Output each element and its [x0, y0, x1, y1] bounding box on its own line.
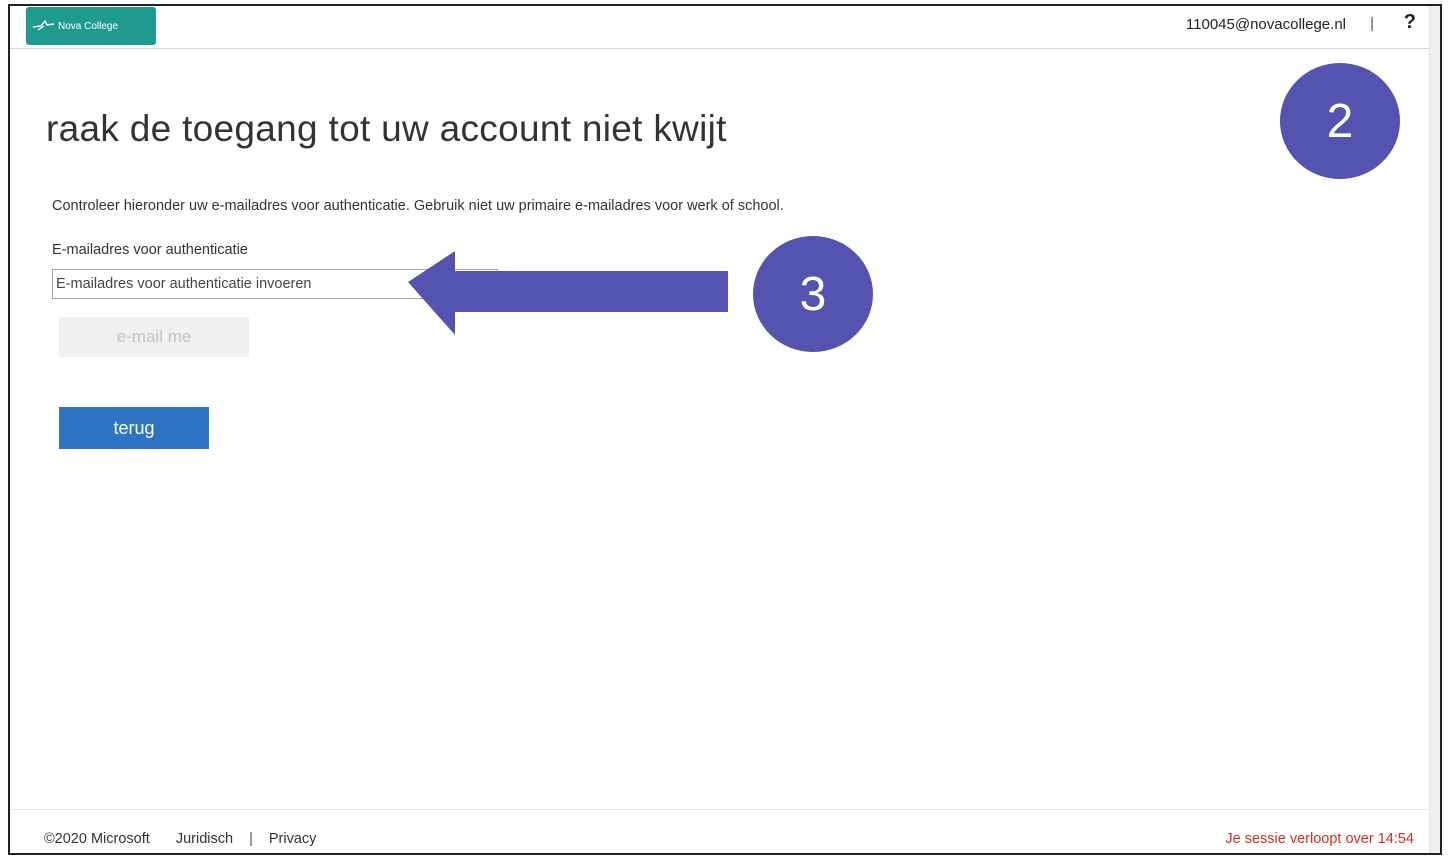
copyright-text: ©2020 Microsoft	[44, 831, 150, 847]
footer-divider	[10, 809, 1432, 810]
legal-link[interactable]: Juridisch	[176, 831, 233, 847]
footer-separator: |	[249, 831, 253, 847]
nova-college-logo[interactable]: Nova College	[26, 7, 156, 45]
callout-arrow-left-icon	[408, 251, 728, 335]
logo-swoosh-icon	[32, 19, 55, 31]
back-button[interactable]: terug	[59, 407, 209, 449]
privacy-link[interactable]: Privacy	[269, 831, 317, 847]
footer-links: ©2020 Microsoft Juridisch | Privacy	[44, 831, 316, 847]
email-me-button[interactable]: e-mail me	[59, 317, 249, 357]
instructions-text: Controleer hieronder uw e-mailadres voor…	[52, 198, 784, 214]
step-3-callout: 3	[753, 236, 873, 352]
top-bar: Nova College 110045@novacollege.nl | ?	[10, 6, 1440, 49]
logo-text: Nova College	[58, 20, 119, 32]
authentication-email-input[interactable]	[52, 269, 498, 299]
help-icon[interactable]: ?	[1404, 11, 1416, 34]
page-title: raak de toegang tot uw account niet kwij…	[46, 108, 727, 149]
step-2-callout: 2	[1280, 63, 1400, 179]
vertical-scrollbar[interactable]	[1429, 6, 1440, 853]
session-expiry-text: Je sessie verloopt over 14:54	[1225, 831, 1414, 847]
email-field-label: E-mailadres voor authenticatie	[52, 242, 248, 258]
browser-frame: Nova College 110045@novacollege.nl | ? r…	[8, 4, 1442, 855]
header-separator: |	[1370, 15, 1374, 32]
signed-in-user-email[interactable]: 110045@novacollege.nl	[1186, 16, 1346, 33]
